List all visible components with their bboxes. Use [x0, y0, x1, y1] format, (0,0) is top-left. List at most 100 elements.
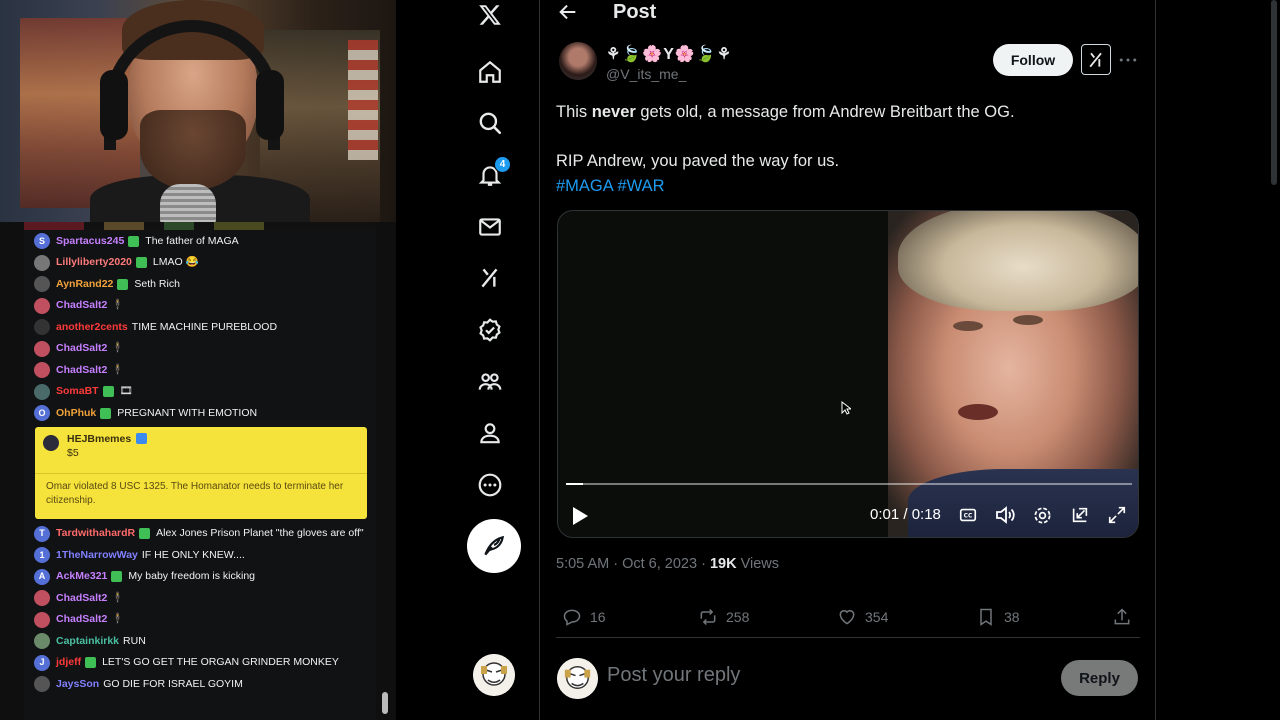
- chat-avatar[interactable]: [34, 297, 50, 314]
- picture-in-picture-icon[interactable]: [1069, 504, 1091, 526]
- chat-badge-icon: [128, 235, 140, 247]
- author-display-name[interactable]: ⚘🍃🌸Y🌸🍃⚘: [606, 44, 732, 64]
- share-icon: [1114, 608, 1130, 625]
- volume-icon[interactable]: [994, 504, 1016, 526]
- video-progress-bar[interactable]: [566, 483, 1132, 485]
- chat-avatar[interactable]: [34, 633, 50, 649]
- chat-message-text: 🕴: [111, 613, 125, 625]
- chat-username[interactable]: 1TheNarrowWay: [56, 547, 138, 564]
- chat-avatar[interactable]: J: [34, 654, 50, 671]
- right-empty-area: [1156, 0, 1280, 720]
- reply-input[interactable]: Post your reply: [607, 664, 740, 687]
- compose-post-button[interactable]: [467, 519, 521, 573]
- more-circle-icon[interactable]: [476, 471, 504, 499]
- captions-icon[interactable]: CC: [957, 504, 979, 526]
- post-body: This never gets old, a message from Andr…: [556, 100, 1136, 198]
- chat-avatar[interactable]: [34, 319, 50, 335]
- chat-username[interactable]: ChadSalt2: [56, 611, 107, 628]
- repost-count: 258: [726, 609, 750, 625]
- chat-avatar[interactable]: [34, 254, 50, 271]
- chat-avatar[interactable]: S: [34, 233, 50, 249]
- more-options-icon[interactable]: [1117, 50, 1139, 70]
- video-player[interactable]: 0:01 / 0:18 CC: [557, 210, 1139, 538]
- chat-avatar[interactable]: A: [34, 568, 50, 585]
- chat-message: T TardwithahardR Alex Jones Prison Planet …: [24, 523, 376, 545]
- chat-message-text: RUN: [123, 634, 146, 647]
- chat-message: Jjdjeff LET'S GO GET THE ORGAN GRINDER MO…: [24, 652, 376, 674]
- chat-avatar[interactable]: [34, 362, 50, 378]
- chat-avatar[interactable]: [34, 611, 50, 628]
- chat-message: JaysSon GO DIE FOR ISRAEL GOYIM: [24, 673, 376, 695]
- chat-username[interactable]: AynRand22: [56, 276, 113, 293]
- grok-icon[interactable]: [476, 264, 504, 292]
- chat-badge-icon: [85, 657, 97, 668]
- share-action[interactable]: [1112, 607, 1140, 627]
- chat-avatar[interactable]: 1: [34, 547, 50, 563]
- like-action[interactable]: 354: [837, 607, 888, 627]
- author-handle[interactable]: @V_its_me_: [606, 66, 686, 82]
- profile-icon[interactable]: [476, 419, 504, 447]
- chat-avatar[interactable]: [34, 276, 50, 292]
- repost-action[interactable]: 258: [698, 607, 749, 627]
- chat-scrollbar[interactable]: [382, 692, 388, 714]
- chat-username[interactable]: AckMe321: [56, 568, 107, 585]
- chat-username[interactable]: SomaBT: [56, 383, 99, 400]
- repost-icon: [700, 608, 716, 626]
- chat-message: O OhPhuk PREGNANT WITH EMOTION: [24, 402, 376, 424]
- x-logo-icon[interactable]: [476, 1, 504, 29]
- superchat-message: Omar violated 8 USC 1325. The Homanator …: [46, 480, 344, 507]
- chat-message-text: GO DIE FOR ISRAEL GOYIM: [103, 677, 243, 690]
- bookmark-action[interactable]: 38: [976, 607, 1020, 627]
- reply-action[interactable]: 16: [562, 607, 606, 627]
- chat-avatar[interactable]: [34, 383, 50, 400]
- chat-username[interactable]: Captainkirkk: [56, 633, 119, 650]
- chat-username[interactable]: Spartacus245: [56, 233, 124, 250]
- chat-message-text: 🎞: [119, 385, 133, 397]
- microphone: [160, 184, 216, 222]
- fullscreen-icon[interactable]: [1106, 504, 1128, 526]
- chat-message-list[interactable]: S Spartacus245 The father of MAGA Lillylibe…: [24, 230, 376, 720]
- chat-avatar[interactable]: [34, 590, 50, 606]
- chat-message-text: 🕴: [111, 342, 125, 354]
- superchat-username[interactable]: HEJBmemes: [67, 433, 131, 445]
- chat-username[interactable]: Lillyliberty2020: [56, 254, 132, 271]
- chat-username[interactable]: ChadSalt2: [56, 590, 107, 607]
- chat-message-text: LMAO 😂: [152, 256, 199, 268]
- chat-message: AynRand22 Seth Rich: [24, 273, 376, 295]
- page-scrollbar[interactable]: [1271, 0, 1277, 185]
- chat-username[interactable]: another2cents: [56, 319, 128, 336]
- notifications-count-badge: 4: [494, 156, 511, 173]
- communities-icon[interactable]: [476, 368, 504, 396]
- hashtag-link[interactable]: #WAR: [617, 177, 664, 195]
- author-avatar[interactable]: [559, 42, 597, 80]
- reply-button[interactable]: Reply: [1061, 660, 1138, 696]
- settings-gear-icon[interactable]: [1031, 504, 1053, 526]
- account-avatar[interactable]: [473, 654, 515, 696]
- headphone-right: [256, 70, 284, 140]
- chat-avatar[interactable]: O: [34, 405, 50, 421]
- chat-message-text: 🕴: [111, 299, 125, 311]
- home-icon[interactable]: [476, 58, 504, 86]
- play-icon[interactable]: [570, 505, 590, 527]
- search-icon[interactable]: [476, 109, 504, 137]
- back-arrow-icon[interactable]: [557, 1, 579, 23]
- chat-avatar[interactable]: [34, 676, 50, 692]
- chat-username[interactable]: TardwithahardR: [56, 525, 135, 542]
- chat-username[interactable]: OhPhuk: [56, 405, 96, 422]
- hashtag-link[interactable]: #MAGA: [556, 177, 613, 195]
- chat-username[interactable]: ChadSalt2: [56, 362, 107, 379]
- grok-button[interactable]: [1081, 44, 1111, 75]
- superchat-badge-icon: [136, 433, 148, 444]
- chat-message: Lillyliberty2020 LMAO 😂: [24, 252, 376, 274]
- chat-username[interactable]: JaysSon: [56, 676, 99, 693]
- chat-username[interactable]: jdjeff: [56, 654, 81, 671]
- chat-username[interactable]: ChadSalt2: [56, 297, 107, 314]
- chat-username[interactable]: ChadSalt2: [56, 340, 107, 357]
- chat-avatar[interactable]: T: [34, 525, 50, 542]
- chat-badge-icon: [102, 386, 114, 397]
- x-sidebar-nav: 4: [396, 0, 540, 720]
- verified-badge-icon[interactable]: [476, 316, 504, 344]
- chat-avatar[interactable]: [34, 340, 50, 357]
- follow-button[interactable]: Follow: [993, 44, 1073, 76]
- messages-envelope-icon[interactable]: [476, 213, 504, 241]
